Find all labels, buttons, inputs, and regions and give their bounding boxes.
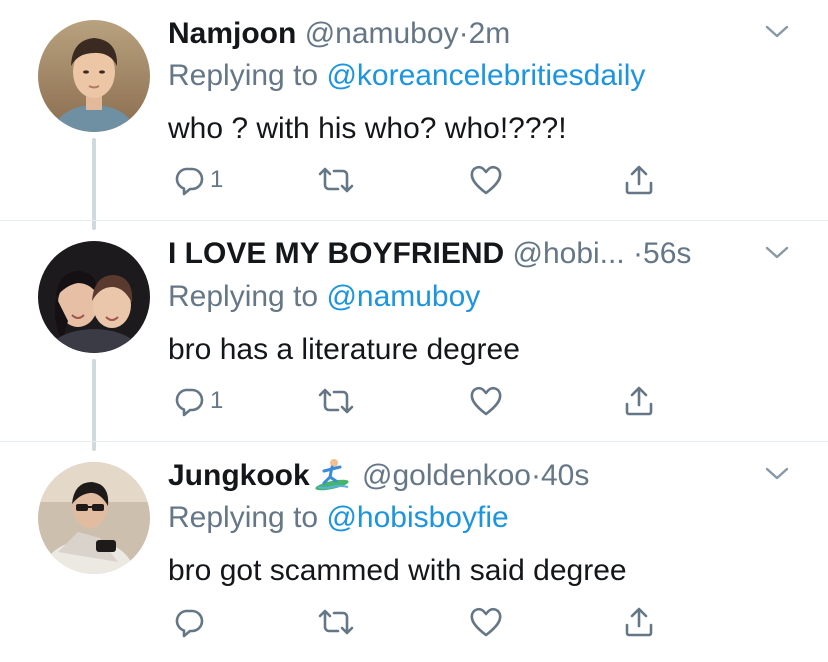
reply-icon xyxy=(175,167,204,196)
avatar[interactable] xyxy=(38,462,150,574)
user-handle[interactable]: @hobi... xyxy=(513,237,625,270)
share-button[interactable] xyxy=(622,160,656,200)
tweet-text: who ? with his who? who!???! xyxy=(168,112,567,145)
reply-icon xyxy=(175,609,204,638)
tweet-actions xyxy=(168,602,688,642)
reply-button[interactable]: 1 xyxy=(172,381,223,421)
share-icon xyxy=(625,165,653,195)
separator-dot: · xyxy=(530,459,541,492)
display-name[interactable]: I LOVE MY BOYFRIEND xyxy=(168,237,504,270)
display-name[interactable]: Namjoon xyxy=(168,17,296,50)
timestamp[interactable]: 40s xyxy=(541,459,589,492)
chevron-down-icon[interactable] xyxy=(764,243,790,263)
retweet-button[interactable] xyxy=(316,381,356,421)
share-icon xyxy=(625,386,653,416)
chevron-down-icon[interactable] xyxy=(764,464,790,484)
tweet-text: bro got scammed with said degree xyxy=(168,554,627,587)
tweet-header: Namjoon @namuboy·2m xyxy=(168,14,778,54)
retweet-button[interactable] xyxy=(316,160,356,200)
tweet-hobis-boyfriend[interactable]: I LOVE MY BOYFRIEND @hobi... ·56s Replyi… xyxy=(0,221,828,451)
mention-link[interactable]: @namuboy xyxy=(326,280,480,313)
reply-thread: Namjoon @namuboy·2m Replying to @koreanc… xyxy=(0,0,828,661)
share-button[interactable] xyxy=(622,602,656,642)
retweet-icon xyxy=(318,388,354,414)
share-icon xyxy=(625,607,653,637)
avatar[interactable] xyxy=(38,20,150,132)
retweet-icon xyxy=(318,609,354,635)
timestamp[interactable]: 2m xyxy=(469,17,511,50)
tweet-actions: 1 xyxy=(168,381,688,421)
thread-connector-line xyxy=(92,138,96,230)
tweet-namjoon[interactable]: Namjoon @namuboy·2m Replying to @koreanc… xyxy=(0,0,828,230)
display-name[interactable]: Jungkook xyxy=(168,459,310,492)
avatar[interactable] xyxy=(38,241,150,353)
replying-to-label: Replying to xyxy=(168,501,319,534)
tweet-actions: 1 xyxy=(168,160,688,200)
reply-button[interactable]: 1 xyxy=(172,160,223,200)
share-button[interactable] xyxy=(622,381,656,421)
like-button[interactable] xyxy=(468,602,504,642)
user-handle[interactable]: @goldenkoo xyxy=(362,459,531,492)
tweet-header: I LOVE MY BOYFRIEND @hobi... ·56s xyxy=(168,234,778,274)
like-icon xyxy=(470,165,502,195)
tweet-text: bro has a literature degree xyxy=(168,333,520,366)
reply-count: 1 xyxy=(210,166,224,193)
replying-to-line: Replying to @namuboy xyxy=(168,279,480,315)
replying-to-line: Replying to @koreancelebritiesdaily xyxy=(168,58,645,94)
mention-link[interactable]: @hobisboyfie xyxy=(326,501,508,534)
retweet-icon xyxy=(318,167,354,193)
surfer-emoji-icon xyxy=(312,457,352,496)
tweet-header: Jungkook @goldenkoo·40s xyxy=(168,456,778,496)
mention-link[interactable]: @koreancelebritiesdaily xyxy=(326,59,645,92)
like-button[interactable] xyxy=(468,381,504,421)
retweet-button[interactable] xyxy=(316,602,356,642)
replying-to-label: Replying to xyxy=(168,280,319,313)
like-icon xyxy=(470,386,502,416)
like-button[interactable] xyxy=(468,160,504,200)
replying-to-line: Replying to @hobisboyfie xyxy=(168,500,509,536)
reply-button[interactable] xyxy=(172,602,210,642)
timestamp[interactable]: 56s xyxy=(643,237,691,270)
tweet-jungkook[interactable]: Jungkook @goldenkoo·40s Replying to @hob… xyxy=(0,442,828,662)
separator-dot: · xyxy=(458,17,469,50)
replying-to-label: Replying to xyxy=(168,59,319,92)
reply-count: 1 xyxy=(210,387,224,414)
thread-connector-line xyxy=(92,359,96,451)
separator-dot: · xyxy=(633,237,644,270)
reply-icon xyxy=(175,388,204,417)
user-handle[interactable]: @namuboy xyxy=(305,17,459,50)
chevron-down-icon[interactable] xyxy=(764,22,790,42)
like-icon xyxy=(470,607,502,637)
